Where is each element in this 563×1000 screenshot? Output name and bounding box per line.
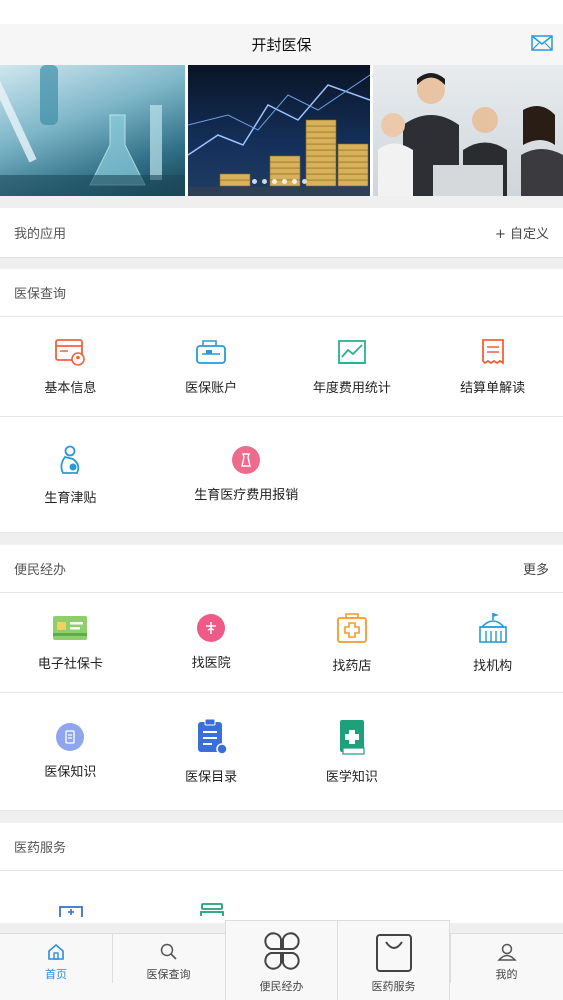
customize-button[interactable]: + 自定义: [495, 223, 549, 242]
grid-row: 基本信息 医保账户 年度费用统计 结算单解读: [0, 317, 563, 417]
maternity-allowance-icon: [60, 445, 80, 474]
settlement-button[interactable]: 结算单解读: [422, 317, 563, 416]
top-header: 开封医保: [0, 24, 563, 65]
carousel-dot[interactable]: [272, 179, 277, 184]
tab-label: 我的: [495, 968, 518, 981]
more-button[interactable]: 更多: [523, 559, 549, 578]
grid-row: 电子社保卡 找医院 找药店 找机构: [0, 593, 563, 693]
institution-button[interactable]: 找机构: [422, 593, 563, 692]
tab-home[interactable]: 首页: [0, 942, 112, 982]
annual-stats-icon: [337, 340, 366, 364]
service-item-icon[interactable]: [58, 903, 84, 917]
tab-label: 便民经办: [259, 980, 304, 993]
grid-row: 生育津贴 生育医疗费用报销: [0, 417, 563, 533]
maternity-reimburse-button[interactable]: 生育医疗费用报销: [141, 417, 352, 532]
item-label: 医保账户: [185, 381, 238, 396]
catalog-icon: [198, 718, 228, 755]
tab-medical-query[interactable]: 医保查询: [112, 942, 225, 982]
settlement-icon: [481, 339, 504, 365]
bag-icon: [375, 934, 412, 972]
hospital-icon: [197, 614, 226, 642]
carousel-dots[interactable]: [252, 179, 307, 184]
pharmacy-button[interactable]: 找药店: [282, 593, 423, 692]
status-bar: [0, 0, 563, 24]
carousel-dot[interactable]: [292, 179, 297, 184]
tab-label: 医药服务: [371, 980, 416, 993]
my-apps-label: 我的应用: [14, 227, 67, 242]
basic-info-icon: [55, 339, 86, 366]
grid-icon: [263, 932, 300, 970]
maternity-reimburse-icon: [232, 446, 261, 474]
convenience-section: 便民经办 更多 电子社保卡 找医院 找药店 找机构 医保知识 医保目录 医学知识: [0, 545, 563, 811]
mail-icon[interactable]: [531, 35, 553, 51]
social-card-icon: [53, 616, 88, 640]
section-title: 医药服务: [14, 841, 67, 856]
social-card-button[interactable]: 电子社保卡: [0, 593, 141, 692]
bottom-tab-bar: 首页 医保查询 便民经办 医药服务 我的: [0, 920, 563, 1000]
medical-book-icon: [339, 720, 365, 755]
section-title: 便民经办: [14, 563, 67, 578]
insurance-account-icon: [196, 340, 227, 364]
carousel-dot[interactable]: [302, 179, 307, 184]
carousel-dot[interactable]: [262, 179, 267, 184]
banner-lab-image: [0, 65, 185, 196]
item-label: 找医院: [191, 656, 231, 671]
medicine-service-section: 医药服务: [0, 823, 563, 923]
item-label: 医保目录: [185, 770, 238, 785]
banner-finance-image: [188, 65, 370, 196]
basic-info-button[interactable]: 基本信息: [0, 317, 141, 416]
search-icon: [160, 943, 177, 960]
user-icon: [496, 943, 517, 961]
item-label: 电子社保卡: [37, 657, 103, 672]
section-header: 医药服务: [0, 823, 563, 871]
section-title: 医保查询: [14, 287, 67, 302]
app-screen: 开封医保 我的应用 + 自定义 医保查询 基本信息 医保账户 年度费用统计 结算…: [0, 0, 563, 1000]
section-header: 医保查询: [0, 269, 563, 317]
tab-medicine-service[interactable]: 医药服务: [337, 932, 450, 994]
my-apps-section: 我的应用 + 自定义: [0, 208, 563, 257]
tab-label: 医保查询: [146, 968, 191, 981]
tab-mine[interactable]: 我的: [450, 942, 563, 982]
tab-convenience[interactable]: 便民经办: [225, 930, 338, 994]
institution-icon: [478, 613, 507, 643]
medical-book-button[interactable]: 医学知识: [282, 693, 423, 810]
pharmacy-icon: [336, 613, 367, 643]
maternity-allowance-button[interactable]: 生育津贴: [0, 417, 141, 532]
item-label: 医学知识: [325, 770, 378, 785]
item-label: 生育津贴: [44, 491, 97, 506]
item-label: 医保知识: [44, 765, 97, 780]
insurance-account-button[interactable]: 医保账户: [141, 317, 282, 416]
annual-stats-button[interactable]: 年度费用统计: [282, 317, 423, 416]
page-title: 开封医保: [251, 36, 312, 54]
item-label: 找药店: [332, 659, 372, 674]
grid-row: 医保知识 医保目录 医学知识: [0, 693, 563, 811]
item-label: 找机构: [473, 659, 513, 674]
banner-carousel[interactable]: [0, 65, 563, 196]
medical-query-section: 医保查询 基本信息 医保账户 年度费用统计 结算单解读 生育津贴 生育医疗费用报…: [0, 269, 563, 533]
home-icon: [48, 943, 64, 960]
carousel-dot[interactable]: [282, 179, 287, 184]
catalog-button[interactable]: 医保目录: [141, 693, 282, 810]
carousel-dot[interactable]: [252, 179, 257, 184]
knowledge-icon: [56, 723, 85, 751]
item-label: 年度费用统计: [312, 381, 391, 396]
section-header: 便民经办 更多: [0, 545, 563, 593]
item-label: 生育医疗费用报销: [194, 488, 299, 503]
knowledge-button[interactable]: 医保知识: [0, 693, 141, 810]
item-label: 结算单解读: [460, 381, 526, 396]
hospital-button[interactable]: 找医院: [141, 593, 282, 692]
item-label: 基本信息: [44, 381, 97, 396]
service-item-icon[interactable]: [199, 902, 225, 916]
banner-people-image: [373, 65, 563, 196]
tab-label: 首页: [45, 968, 67, 981]
my-apps-header: 我的应用 + 自定义: [0, 208, 563, 257]
